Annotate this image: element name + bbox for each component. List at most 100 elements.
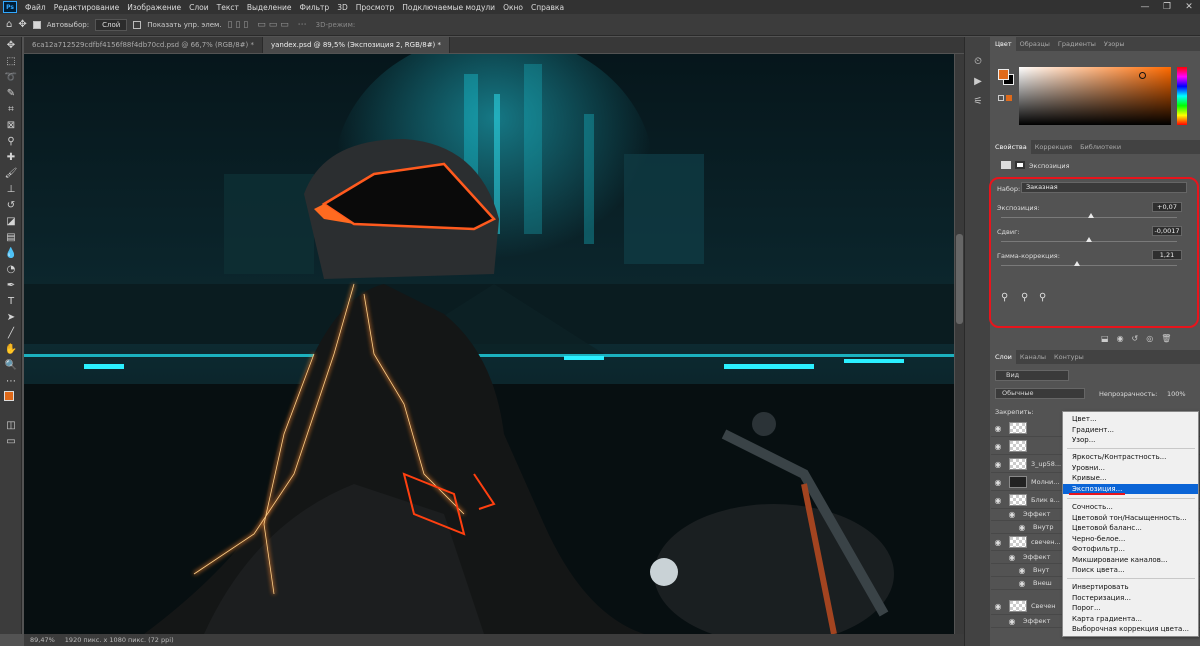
quick-select-icon[interactable]: ✎ [0, 85, 22, 101]
color-picker-ring[interactable] [1139, 72, 1146, 79]
blur-icon[interactable]: 💧 [0, 245, 22, 261]
zoom-level[interactable]: 89,47% [30, 636, 55, 644]
home-icon[interactable]: ⌂ [6, 19, 12, 30]
eye-icon[interactable]: ◉ [991, 496, 1005, 505]
menu-item-posterize[interactable]: Постеризация... [1063, 593, 1198, 604]
tab-patterns[interactable]: Узоры [1100, 37, 1129, 51]
menu-type[interactable]: Текст [213, 3, 243, 12]
zoom-icon[interactable]: 🔍 [0, 357, 22, 373]
lasso-icon[interactable]: ➰ [0, 69, 22, 85]
gradient-icon[interactable]: ▤ [0, 229, 22, 245]
healing-icon[interactable]: ✚ [0, 149, 22, 165]
menu-view[interactable]: Просмотр [352, 3, 399, 12]
menu-item-solid-color[interactable]: Цвет... [1063, 414, 1198, 425]
menu-item-curves[interactable]: Кривые... [1063, 473, 1198, 484]
align-icons[interactable]: ▯▯▯ ▭▭▭ ⋯ [228, 20, 310, 30]
view-previous-icon[interactable]: ◉ [1117, 334, 1124, 343]
kind-filter-dropdown[interactable]: Вид [995, 370, 1069, 381]
hand-icon[interactable]: ✋ [0, 341, 22, 357]
menu-item-levels[interactable]: Уровни... [1063, 463, 1198, 474]
menu-item-color-balance[interactable]: Цветовой баланс... [1063, 523, 1198, 534]
menu-layers[interactable]: Слои [185, 3, 213, 12]
menu-item-brightness-contrast[interactable]: Яркость/Контрастность... [1063, 452, 1198, 463]
minimize-button[interactable]: — [1134, 0, 1156, 14]
eye-icon[interactable]: ◉ [991, 538, 1005, 547]
brush-icon[interactable]: 🖌 [0, 165, 22, 181]
quick-mask-icon[interactable]: ◫ [0, 417, 22, 433]
dodge-icon[interactable]: ◔ [0, 261, 22, 277]
vertical-scrollbar[interactable] [955, 54, 964, 634]
eye-icon[interactable]: ◉ [991, 424, 1005, 433]
adjust-icon[interactable]: ⚟ [965, 91, 991, 111]
show-transform-checkbox[interactable] [133, 20, 142, 29]
visibility-icon[interactable]: ◎ [1146, 334, 1153, 343]
blend-mode-dropdown[interactable]: Обычные [995, 388, 1085, 399]
menu-help[interactable]: Справка [527, 3, 568, 12]
eye-icon[interactable]: ◉ [1005, 510, 1019, 519]
move-icon[interactable]: ✥ [0, 37, 22, 53]
more-tools-icon[interactable]: ⋯ [0, 373, 22, 389]
color-swatches[interactable] [0, 389, 21, 417]
eye-icon[interactable]: ◉ [991, 602, 1005, 611]
eye-icon[interactable]: ◉ [991, 442, 1005, 451]
line-icon[interactable]: ╱ [0, 325, 22, 341]
autoselect-dropdown[interactable]: Слой [95, 18, 128, 31]
menu-filter[interactable]: Фильтр [296, 3, 334, 12]
stamp-icon[interactable]: ⊥ [0, 181, 22, 197]
menu-image[interactable]: Изображение [123, 3, 185, 12]
eye-icon[interactable]: ◉ [1005, 553, 1019, 562]
move-tool-icon[interactable]: ✥ [18, 19, 26, 30]
eye-icon[interactable]: ◉ [1005, 617, 1019, 626]
tab-color[interactable]: Цвет [991, 37, 1016, 51]
menu-item-gradient-map[interactable]: Карта градиента... [1063, 614, 1198, 625]
color-spectrum-field[interactable] [1019, 67, 1171, 125]
menu-item-invert[interactable]: Инвертировать [1063, 582, 1198, 593]
maximize-button[interactable]: ❐ [1156, 0, 1178, 14]
menu-item-threshold[interactable]: Порог... [1063, 603, 1198, 614]
menu-item-pattern[interactable]: Узор... [1063, 435, 1198, 446]
pen-icon[interactable]: ✒ [0, 277, 22, 293]
menu-item-color-lookup[interactable]: Поиск цвета... [1063, 565, 1198, 576]
tab-swatches[interactable]: Образцы [1016, 37, 1054, 51]
menu-edit[interactable]: Редактирование [50, 3, 123, 12]
menu-item-black-white[interactable]: Черно-белое... [1063, 534, 1198, 545]
hue-slider[interactable] [1177, 67, 1187, 125]
eye-icon[interactable]: ◉ [1015, 579, 1029, 588]
eye-icon[interactable]: ◉ [991, 460, 1005, 469]
tab-paths[interactable]: Контуры [1050, 350, 1088, 364]
frame-icon[interactable]: ⊠ [0, 117, 22, 133]
autoselect-checkbox[interactable] [32, 20, 41, 29]
menu-item-vibrance[interactable]: Сочность... [1063, 502, 1198, 513]
eraser-icon[interactable]: ◪ [0, 213, 22, 229]
tab-properties[interactable]: Свойства [991, 140, 1031, 154]
eye-icon[interactable]: ◉ [1015, 523, 1029, 532]
actions-icon[interactable]: ▶ [965, 71, 991, 91]
screen-mode-icon[interactable]: ▭ [0, 433, 22, 449]
marquee-icon[interactable]: ⬚ [0, 53, 22, 69]
tab-document-1[interactable]: 6ca12a712529cdfbf4156f88f4db70cd.psd @ 6… [24, 37, 263, 53]
tab-gradients[interactable]: Градиенты [1054, 37, 1100, 51]
type-icon[interactable]: T [0, 293, 22, 309]
menu-plugins[interactable]: Подключаемые модули [398, 3, 499, 12]
path-select-icon[interactable]: ➤ [0, 309, 22, 325]
menu-3d[interactable]: 3D [333, 3, 352, 12]
reset-icon[interactable]: ↺ [1132, 334, 1139, 343]
document-canvas[interactable] [24, 54, 954, 634]
close-button[interactable]: ✕ [1178, 0, 1200, 14]
menu-item-photo-filter[interactable]: Фотофильтр... [1063, 544, 1198, 555]
mask-icon[interactable] [1015, 161, 1025, 169]
menu-file[interactable]: Файл [21, 3, 50, 12]
eye-icon[interactable]: ◉ [1015, 566, 1029, 575]
menu-item-gradient[interactable]: Градиент... [1063, 425, 1198, 436]
opacity-value[interactable]: 100% [1167, 390, 1186, 398]
vertical-scrollbar-thumb[interactable] [956, 234, 963, 324]
menu-item-channel-mixer[interactable]: Микширование каналов... [1063, 555, 1198, 566]
clip-to-layer-icon[interactable]: ⬓ [1101, 334, 1109, 343]
history-icon[interactable]: ⏲ [965, 51, 991, 71]
tab-libraries[interactable]: Библиотеки [1076, 140, 1125, 154]
crop-icon[interactable]: ⌗ [0, 101, 22, 117]
menu-item-selective-color[interactable]: Выборочная коррекция цвета... [1063, 624, 1198, 635]
eyedropper-icon[interactable]: ⚲ [0, 133, 22, 149]
eye-icon[interactable]: ◉ [991, 478, 1005, 487]
tab-layers[interactable]: Слои [991, 350, 1016, 364]
